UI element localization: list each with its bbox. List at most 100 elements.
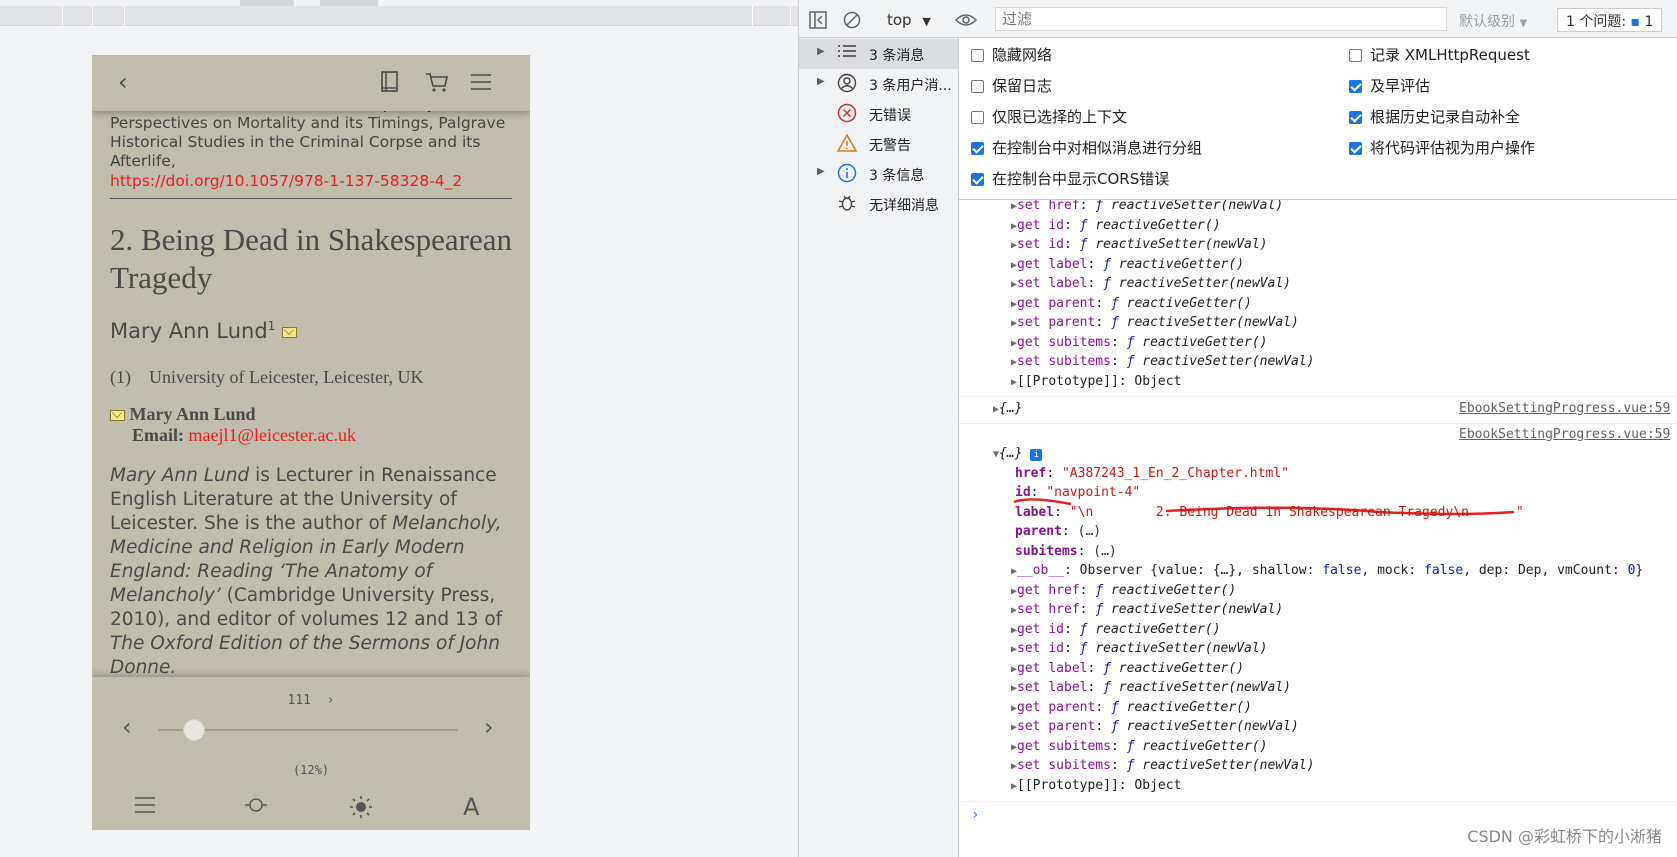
accessor-line[interactable]: ▶set subitems: ƒ reactiveSetter(newVal) [1011,354,1314,369]
source-link[interactable]: EbookSettingProgress.vue:59 [1459,401,1670,416]
chevron-left-icon[interactable]: ‹ [118,70,128,94]
mail-icon[interactable] [282,326,297,338]
prev-chapter-icon[interactable]: ‹ [122,713,132,741]
prop-parent[interactable]: parent: (…) [1015,524,1101,539]
issues-button[interactable]: 1 个问题: ▪ 1 [1557,8,1663,32]
prototype-line[interactable]: ▶[[Prototype]]: Object [1011,374,1181,389]
setting-label: 记录 XMLHttpRequest [1370,46,1530,64]
prop-label[interactable]: label: "\n 2. Being Dead in Shakespearea… [1015,505,1524,520]
accessor-line[interactable]: ▶get parent: ƒ reactiveGetter() [1011,700,1252,715]
sidebar-item[interactable]: ▶ 3 条消息 [799,39,958,69]
prototype-line[interactable]: ▶[[Prototype]]: Object [1011,778,1181,793]
live-expression-eye-icon[interactable] [955,12,977,28]
progress-icon[interactable] [244,795,268,815]
contact-block: Mary Ann Lund Email: maejl1@leicester.ac… [110,404,514,446]
mail-icon [110,410,125,422]
prop-subitems[interactable]: subitems: (…) [1015,544,1117,559]
sidebar-item[interactable]: ▶ 3 条用户消... [799,69,958,99]
progress-slider-thumb[interactable] [183,719,205,741]
book-icon[interactable] [380,71,400,93]
next-chapter-icon[interactable]: › [484,713,494,741]
setting-option[interactable]: 保留日志 [971,75,1052,96]
setting-label: 将代码评估视为用户操作 [1370,139,1536,157]
sidebar-toggle-icon[interactable] [809,11,827,29]
sidebar-item[interactable]: 无详细消息 [799,189,958,219]
setting-label: 保留日志 [992,77,1053,95]
console-prompt[interactable]: › [971,807,979,823]
accessor-line[interactable]: ▶set href: ƒ reactiveSetter(newVal) [1011,200,1283,213]
menu-icon[interactable] [470,73,492,91]
setting-option[interactable]: 根据历史记录自动补全 [1349,106,1520,127]
checkbox[interactable] [1349,111,1362,124]
observer-line[interactable]: ▶__ob__: Observer {value: {…}, shallow: … [1011,563,1643,578]
accessor-line[interactable]: ▶get subitems: ƒ reactiveGetter() [1011,335,1268,350]
checkbox[interactable] [971,142,984,155]
accessor-line[interactable]: ▶set label: ƒ reactiveSetter(newVal) [1011,680,1291,695]
accessor-line[interactable]: ▶get parent: ƒ reactiveGetter() [1011,296,1252,311]
setting-option[interactable]: 及早评估 [1349,75,1430,96]
setting-option[interactable]: 在控制台中显示CORS错误 [971,168,1169,189]
accessor-line[interactable]: ▶get href: ƒ reactiveGetter() [1011,583,1236,598]
collapsed-object[interactable]: ▶{…} [993,401,1023,416]
contact-name: Mary Ann Lund [129,404,256,424]
setting-option[interactable]: 在控制台中对相似消息进行分组 [971,137,1202,158]
clear-console-icon[interactable] [843,11,861,29]
expand-arrow-icon[interactable]: ▶ [817,46,825,57]
accessor-line[interactable]: ▶set parent: ƒ reactiveSetter(newVal) [1011,719,1299,734]
contents-icon[interactable] [134,795,156,815]
accessor-line[interactable]: ▶get subitems: ƒ reactiveGetter() [1011,739,1268,754]
checkbox[interactable] [971,49,984,62]
setting-option[interactable]: 将代码评估视为用户操作 [1349,137,1535,158]
log-levels-dropdown[interactable]: 默认级别 ▼ [1459,11,1527,31]
context-selector[interactable]: top ▼ [887,11,931,29]
doi-link[interactable]: https://doi.org/10.1057/978-1-137-58328-… [110,172,462,190]
checkbox[interactable] [1349,142,1362,155]
accessor-line[interactable]: ▶get id: ƒ reactiveGetter() [1011,622,1221,637]
divider [110,198,512,199]
checkbox[interactable] [971,111,984,124]
author-sup: 1 [267,319,276,333]
bio-part: The Oxford Edition of the Sermons of Joh… [110,633,500,678]
sidebar-item[interactable]: 无错误 [799,99,958,129]
sidebar-item[interactable]: ▶ 3 条信息 [799,159,958,189]
font-size-icon[interactable]: A [463,793,479,821]
checkbox[interactable] [971,173,984,186]
setting-option[interactable]: 记录 XMLHttpRequest [1349,44,1530,65]
accessor-line[interactable]: ▶set label: ƒ reactiveSetter(newVal) [1011,276,1291,291]
prop-href[interactable]: href: "A387243_1_En_2_Chapter.html" [1015,466,1289,481]
setting-option[interactable]: 仅限已选择的上下文 [971,106,1127,127]
accessor-line[interactable]: ▶set href: ƒ reactiveSetter(newVal) [1011,602,1283,617]
cart-icon[interactable] [425,71,449,93]
sidebar-item[interactable]: 无警告 [799,129,958,159]
devtools-panel: top ▼ 默认级别 ▼ 1 个问题: ▪ 1 ▶ 3 条消息 ▶ 3 条用户消...… [798,0,1677,857]
sidebar-item-label: 3 条信息 [869,168,925,184]
expanded-object[interactable]: ▼{…} i [993,446,1043,461]
accessor-line[interactable]: ▶set parent: ƒ reactiveSetter(newVal) [1011,315,1299,330]
checkbox[interactable] [971,80,984,93]
accessor-line[interactable]: ▶get label: ƒ reactiveGetter() [1011,661,1244,676]
prop-id[interactable]: id: "navpoint-4" [1015,485,1140,500]
source-link[interactable]: EbookSettingProgress.vue:59 [1459,427,1670,442]
email-label: Email: [132,425,184,445]
filter-input[interactable] [995,7,1447,31]
ruler-handle[interactable] [240,0,294,6]
chevron-right-icon: › [318,693,335,708]
accessor-line[interactable]: ▶set id: ƒ reactiveSetter(newVal) [1011,641,1268,656]
bug-icon [837,193,857,213]
brightness-icon[interactable] [349,795,373,819]
accessor-line[interactable]: ▶get id: ƒ reactiveGetter() [1011,218,1221,233]
email-link[interactable]: maejl1@leicester.ac.uk [189,425,357,445]
page-number[interactable]: 111 › [92,693,530,708]
expand-arrow-icon[interactable]: ▶ [817,166,825,177]
accessor-line[interactable]: ▶get label: ƒ reactiveGetter() [1011,257,1244,272]
expand-arrow-icon[interactable]: ▶ [817,76,825,87]
warning-icon [836,133,858,153]
sidebar-item-label: 无错误 [869,108,911,124]
setting-option[interactable]: 隐藏网络 [971,44,1052,65]
accessor-line[interactable]: ▶set subitems: ƒ reactiveSetter(newVal) [1011,758,1314,773]
checkbox[interactable] [1349,49,1362,62]
ruler-handle[interactable] [320,0,378,6]
accessor-line[interactable]: ▶set id: ƒ reactiveSetter(newVal) [1011,237,1268,252]
error-icon [837,103,857,123]
checkbox[interactable] [1349,80,1362,93]
